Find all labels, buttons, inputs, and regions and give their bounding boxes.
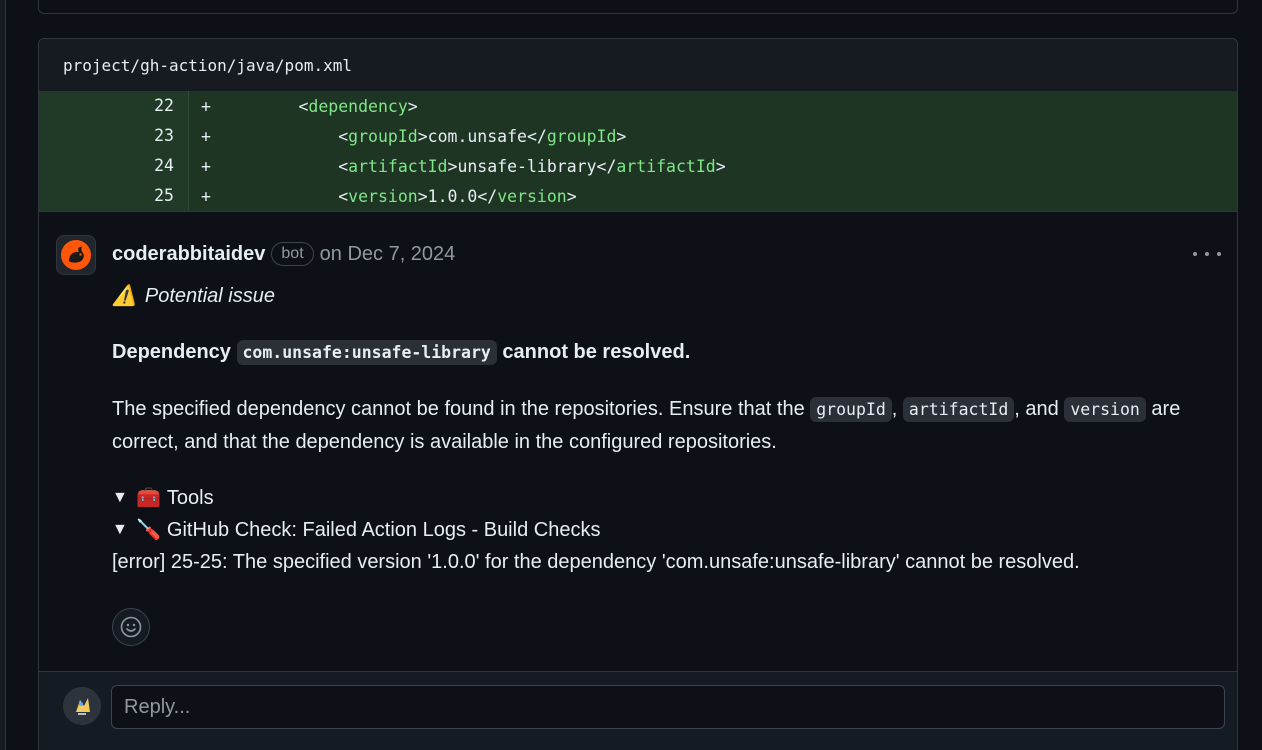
diff-line: 24 + <artifactId>unsafe-library</artifac… (39, 151, 1237, 181)
file-path-header: project/gh-action/java/pom.xml (39, 39, 1237, 91)
potential-issue-label: ⚠️ Potential issue (112, 280, 1212, 312)
reply-bar (39, 671, 1237, 750)
dot (1205, 252, 1209, 256)
issue-heading: Dependency com.unsafe:unsafe-library can… (112, 336, 1212, 369)
code-text: <version>1.0.0</version> (219, 186, 577, 206)
code-punct: > (566, 186, 577, 206)
comment-header: coderabbitaidev bot on Dec 7, 2024 (112, 239, 455, 269)
code-text: <groupId>com.unsafe</groupId> (219, 127, 626, 146)
diff-line: 25 + <version>1.0.0</version> (39, 181, 1237, 211)
review-thread: project/gh-action/java/pom.xml 22 + <dep… (38, 38, 1238, 750)
code-punct: < (298, 96, 309, 116)
inline-code: groupId (810, 397, 892, 422)
tools-label: Tools (166, 487, 214, 509)
code-value: unsafe-library (457, 156, 597, 176)
warning-icon: ⚠️ (112, 285, 137, 307)
code-value: com.unsafe (427, 126, 527, 146)
dot (1193, 252, 1197, 256)
code-tag: version (348, 186, 418, 206)
code-punct: < (338, 156, 349, 176)
bot-badge: bot (271, 242, 314, 266)
heading-text: Dependency (112, 341, 231, 363)
previous-panel (38, 0, 1238, 14)
reply-input[interactable] (111, 685, 1225, 729)
code-punct: </ (596, 156, 617, 176)
code-text: <dependency> (219, 96, 418, 116)
inline-code: version (1064, 397, 1146, 422)
code-punct: > (616, 126, 627, 146)
file-path[interactable]: project/gh-action/java/pom.xml (63, 56, 352, 75)
description-text: , (891, 398, 898, 420)
smiley-icon (120, 616, 142, 638)
diff-marker: + (201, 126, 211, 146)
description-text: The specified dependency cannot be found… (112, 398, 805, 420)
code-punct: > (447, 156, 458, 176)
issue-description: The specified dependency cannot be found… (112, 393, 1212, 458)
comment-date[interactable]: on Dec 7, 2024 (320, 243, 456, 266)
rabbit-logo-icon (61, 240, 91, 270)
code-tag: artifactId (616, 156, 716, 176)
heading-text: cannot be resolved. (502, 341, 691, 363)
description-text: , and (1014, 398, 1059, 420)
line-number[interactable]: 25 (39, 181, 189, 211)
diff-marker: + (201, 186, 211, 206)
inline-code: artifactId (902, 397, 1015, 422)
code-punct: < (338, 126, 349, 146)
code-value: 1.0.0 (427, 186, 478, 206)
dot (1217, 252, 1221, 256)
code-punct: > (715, 156, 726, 176)
code-text: <artifactId>unsafe-library</artifactId> (219, 156, 726, 176)
line-number[interactable]: 22 (39, 91, 189, 121)
error-text: [error] 25-25: The specified version '1.… (112, 551, 1080, 573)
error-log-line: [error] 25-25: The specified version '1.… (112, 546, 1212, 578)
line-number[interactable]: 24 (39, 151, 189, 181)
comment-body: ⚠️ Potential issue Dependency com.unsafe… (112, 280, 1212, 578)
code-tag: groupId (546, 126, 617, 146)
code-tag: groupId (348, 126, 418, 146)
code-punct: </ (477, 186, 498, 206)
inline-code: com.unsafe:unsafe-library (236, 340, 497, 365)
line-number[interactable]: 23 (39, 121, 189, 151)
timeline-rail (0, 0, 6, 750)
diff-line: 22 + <dependency> (39, 91, 1237, 121)
diff-marker: + (201, 96, 211, 116)
screwdriver-icon: 🪛 (136, 519, 161, 541)
diff-line: 23 + <groupId>com.unsafe</groupId> (39, 121, 1237, 151)
potential-issue-text: Potential issue (144, 285, 275, 307)
code-punct: > (407, 96, 418, 116)
check-summary[interactable]: ▼ 🪛 GitHub Check: Failed Action Logs - B… (112, 514, 1212, 546)
code-punct: < (338, 186, 349, 206)
triangle-down-icon: ▼ (112, 521, 128, 538)
code-tag: dependency (308, 96, 408, 116)
code-punct: </ (526, 126, 547, 146)
coderabbit-avatar[interactable] (56, 235, 96, 275)
author-name[interactable]: coderabbitaidev (112, 243, 265, 266)
diff-hunk: 22 + <dependency> 23 + <groupId>com.unsa… (39, 91, 1237, 211)
tools-details: ▼ 🧰 Tools ▼ 🪛 GitHub Check: Failed Actio… (112, 482, 1212, 578)
code-punct: > (417, 126, 428, 146)
code-punct: > (417, 186, 428, 206)
code-tag: version (497, 186, 567, 206)
diff-marker: + (201, 156, 211, 176)
review-comment: coderabbitaidev bot on Dec 7, 2024 ⚠️ Po… (39, 211, 1237, 671)
add-reaction-button[interactable] (112, 608, 150, 646)
code-tag: artifactId (348, 156, 448, 176)
triangle-down-icon: ▼ (112, 489, 128, 506)
user-avatar-icon (76, 698, 90, 715)
more-options-icon[interactable] (1193, 244, 1221, 264)
user-avatar[interactable] (63, 687, 101, 725)
check-label: GitHub Check: Failed Action Logs - Build… (166, 519, 601, 541)
toolbox-icon: 🧰 (136, 487, 161, 509)
tools-summary[interactable]: ▼ 🧰 Tools (112, 482, 1212, 514)
